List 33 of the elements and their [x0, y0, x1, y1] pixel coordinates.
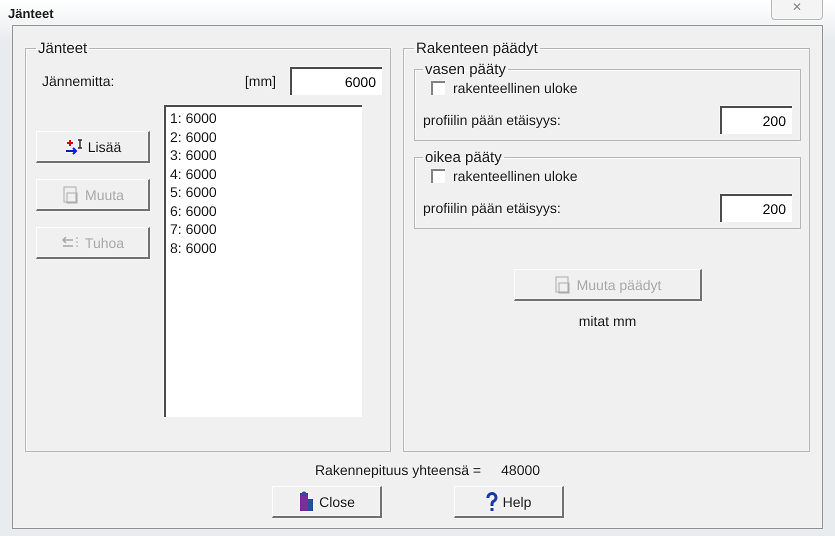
total-length-label: Rakennepituus yhteensä =	[314, 462, 482, 478]
span-list-item[interactable]: 3: 6000	[170, 146, 358, 164]
units-note: mitat mm	[578, 313, 636, 329]
checkbox-label: rakenteellinen uloke	[453, 80, 578, 96]
span-length-label: Jännemitta:	[42, 73, 114, 89]
span-list-item[interactable]: 7: 6000	[170, 220, 358, 238]
question-mark-icon	[484, 492, 499, 512]
checkbox[interactable]	[431, 169, 445, 183]
end-group-title: oikea pääty	[424, 149, 503, 166]
add-arrows-icon	[64, 138, 84, 156]
window-title: Jänteet	[8, 6, 54, 21]
span-list-item[interactable]: 2: 6000	[170, 128, 358, 146]
add-button[interactable]: Lisää	[36, 131, 150, 163]
end-group-title: vasen pääty	[424, 61, 507, 78]
distance-field[interactable]: 200	[720, 194, 792, 222]
total-length-value: 48000	[501, 462, 540, 478]
checkbox-label: rakenteellinen uloke	[453, 168, 578, 184]
span-list-item[interactable]: 6: 6000	[170, 202, 358, 220]
distance-field[interactable]: 200	[720, 106, 792, 134]
distance-label: profiilin pään etäisyys:	[423, 200, 561, 216]
group-title: Rakenteen päädyt	[415, 40, 539, 57]
unit-label: [mm]	[244, 73, 276, 89]
span-list-item[interactable]: 1: 6000	[170, 109, 358, 128]
checkbox[interactable]	[431, 81, 445, 95]
close-button[interactable]: Close	[272, 486, 382, 518]
group-title: Jänteet	[37, 40, 88, 57]
span-length-field[interactable]: 6000	[290, 67, 382, 95]
door-figure-icon	[297, 490, 316, 512]
span-list-item[interactable]: 5: 6000	[170, 183, 358, 202]
help-button[interactable]: Help	[454, 486, 564, 518]
span-list-item[interactable]: 8: 6000	[170, 238, 358, 257]
span-list-item[interactable]: 4: 6000	[170, 164, 358, 183]
distance-label: profiilin pään etäisyys:	[423, 112, 561, 128]
